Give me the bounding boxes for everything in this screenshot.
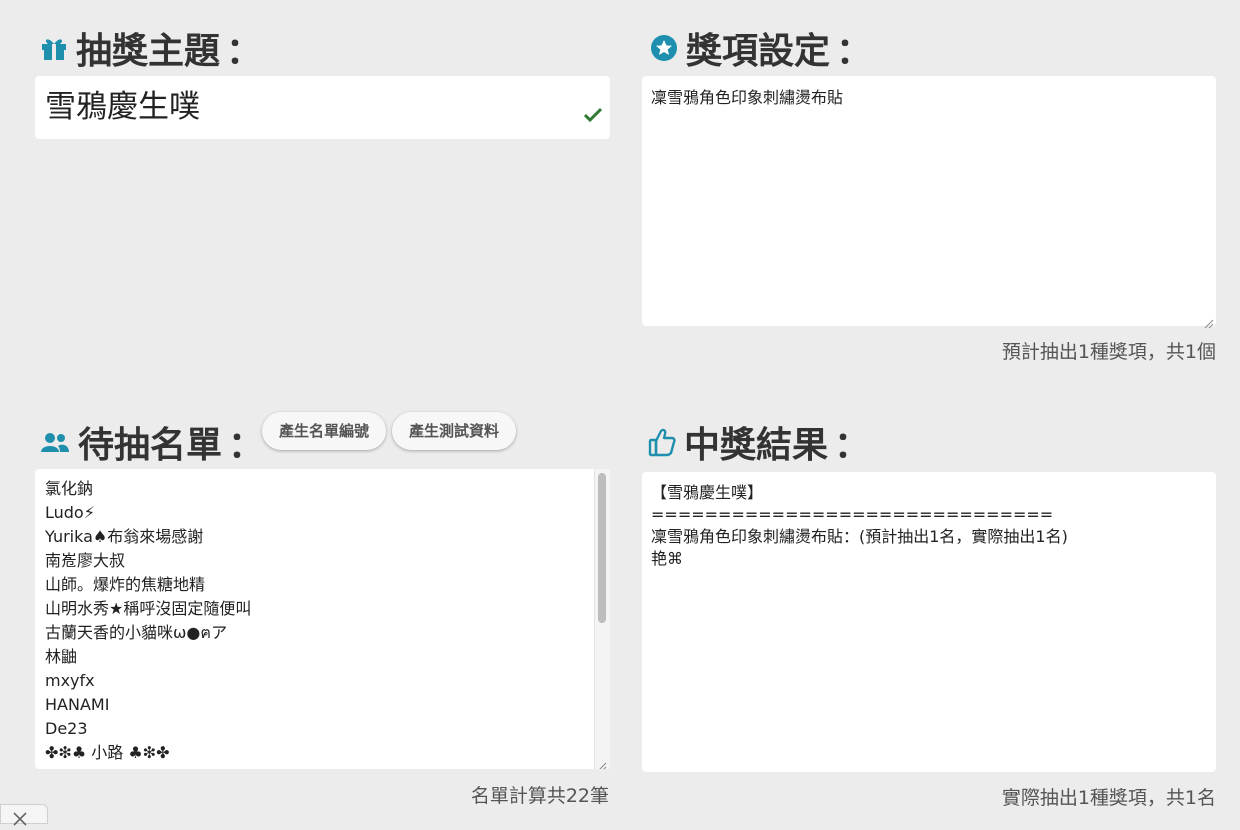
- prizes-textarea[interactable]: 凜雪鴉角色印象刺繡燙布貼: [642, 76, 1216, 329]
- close-icon[interactable]: [13, 811, 27, 830]
- list-item: mxyfx: [45, 671, 95, 690]
- results-line: 【雪鴉慶生噗】: [651, 483, 764, 502]
- theme-heading: 抽獎主題 ：: [40, 22, 262, 74]
- list-item: ✤❇♣ 小路 ♣❇✤: [45, 743, 170, 762]
- generate-test-data-button[interactable]: 產生測試資料: [392, 412, 516, 450]
- results-line: ==============================: [651, 505, 1054, 524]
- theme-input[interactable]: 雪鴉慶生噗: [35, 76, 610, 139]
- prizes-heading-colon: ：: [836, 31, 873, 72]
- list-item: 山師。爆炸的焦糖地精: [45, 575, 206, 594]
- theme-input-value: 雪鴉慶生噗: [45, 89, 200, 125]
- results-summary: 實際抽出1種獎項，共1名: [1001, 787, 1216, 809]
- results-line: 艳⌘: [651, 549, 684, 568]
- prizes-textarea-value: 凜雪鴉角色印象刺繡燙布貼: [651, 88, 844, 107]
- list-item: 南峞廖大叔: [45, 551, 126, 570]
- results-heading-label: 中獎結果: [684, 425, 829, 466]
- people-icon: [40, 428, 70, 456]
- generate-numbers-button[interactable]: 產生名單編號: [262, 412, 386, 450]
- prizes-heading-label: 獎項設定: [686, 31, 831, 72]
- list-item: Ludo⚡: [45, 503, 95, 522]
- thumbs-up-icon: [648, 427, 676, 457]
- results-heading-colon: ：: [834, 425, 871, 466]
- resize-handle-icon[interactable]: [1204, 314, 1214, 329]
- prizes-summary: 預計抽出1種獎項，共1個: [1001, 341, 1216, 363]
- results-line: 凜雪鴉角色印象刺繡燙布貼：(預計抽出1名，實際抽出1名): [651, 527, 1068, 546]
- results-textarea[interactable]: 【雪鴉慶生噗】 ============================== 凜…: [642, 472, 1216, 772]
- entrants-scrollbar[interactable]: [594, 469, 610, 769]
- corner-tab[interactable]: [0, 804, 48, 826]
- results-heading: 中獎結果 ：: [648, 416, 870, 468]
- star-circle-icon: [650, 34, 678, 62]
- list-item: HANAMI: [45, 695, 110, 714]
- list-item: 山明水秀★稱呼沒固定隨便叫: [45, 599, 252, 618]
- list-item: 氯化鈉: [45, 479, 94, 498]
- theme-heading-colon: ：: [226, 31, 263, 72]
- resize-handle-icon[interactable]: [597, 757, 607, 769]
- list-item: Yurika♠布翁來場感謝: [45, 527, 204, 546]
- list-item: 古蘭天香的小貓咪ω●ฅア: [45, 623, 228, 642]
- entrants-heading-colon: ：: [228, 425, 265, 466]
- list-item: 林鼬: [45, 647, 78, 666]
- theme-heading-label: 抽獎主題: [76, 31, 221, 72]
- entrants-textarea[interactable]: 氯化鈉 Ludo⚡ Yurika♠布翁來場感謝 南峞廖大叔 山師。爆炸的焦糖地精…: [35, 469, 610, 769]
- check-icon: [583, 96, 603, 130]
- scroll-thumb[interactable]: [598, 473, 606, 623]
- entrants-summary: 名單計算共22筆: [470, 785, 609, 807]
- prizes-heading: 獎項設定 ：: [650, 22, 872, 74]
- entrants-list: 氯化鈉 Ludo⚡ Yurika♠布翁來場感謝 南峞廖大叔 山師。爆炸的焦糖地精…: [45, 477, 251, 765]
- list-item: De23: [45, 719, 88, 738]
- entrants-heading-label: 待抽名單: [78, 425, 223, 466]
- gift-icon: [40, 34, 68, 62]
- entrants-heading: 待抽名單 ：: [40, 416, 264, 468]
